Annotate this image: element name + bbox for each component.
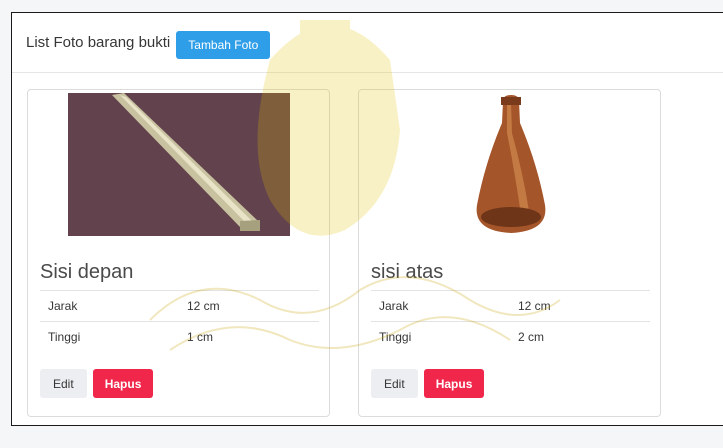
spec-value: 12 cm <box>179 290 319 322</box>
edit-button[interactable]: Edit <box>371 369 418 398</box>
spec-table: Jarak 12 cm Tinggi 2 cm <box>371 290 650 352</box>
edit-button[interactable]: Edit <box>40 369 87 398</box>
spec-row: Jarak 12 cm <box>40 290 319 322</box>
spec-row: Jarak 12 cm <box>371 290 650 322</box>
photo-card: Sisi depan Jarak 12 cm Tinggi 1 cm Edit … <box>27 89 330 417</box>
delete-button[interactable]: Hapus <box>92 369 154 398</box>
evidence-photo <box>68 93 290 236</box>
delete-button[interactable]: Hapus <box>423 369 485 398</box>
spec-row: Tinggi 1 cm <box>40 321 319 352</box>
card-actions: Edit Hapus <box>371 369 485 398</box>
spec-label: Jarak <box>40 290 179 322</box>
spec-row: Tinggi 2 cm <box>371 321 650 352</box>
card-title: sisi atas <box>371 261 444 283</box>
add-photo-button[interactable]: Tambah Foto <box>176 30 271 59</box>
spec-value: 12 cm <box>510 290 650 322</box>
panel-header: List Foto barang bukti Tambah Foto <box>12 13 723 73</box>
evidence-photo <box>399 93 621 236</box>
page-title: List Foto barang bukti <box>26 34 171 51</box>
photo-card: sisi atas Jarak 12 cm Tinggi 2 cm Edit H… <box>358 89 661 417</box>
spec-table: Jarak 12 cm Tinggi 1 cm <box>40 290 319 352</box>
spec-value: 1 cm <box>179 321 319 352</box>
spec-label: Tinggi <box>371 321 510 352</box>
spec-value: 2 cm <box>510 321 650 352</box>
card-title: Sisi depan <box>40 261 134 283</box>
photo-list-panel: List Foto barang bukti Tambah Foto Sisi … <box>11 12 723 426</box>
spec-label: Jarak <box>371 290 510 322</box>
card-actions: Edit Hapus <box>40 369 154 398</box>
spec-label: Tinggi <box>40 321 179 352</box>
